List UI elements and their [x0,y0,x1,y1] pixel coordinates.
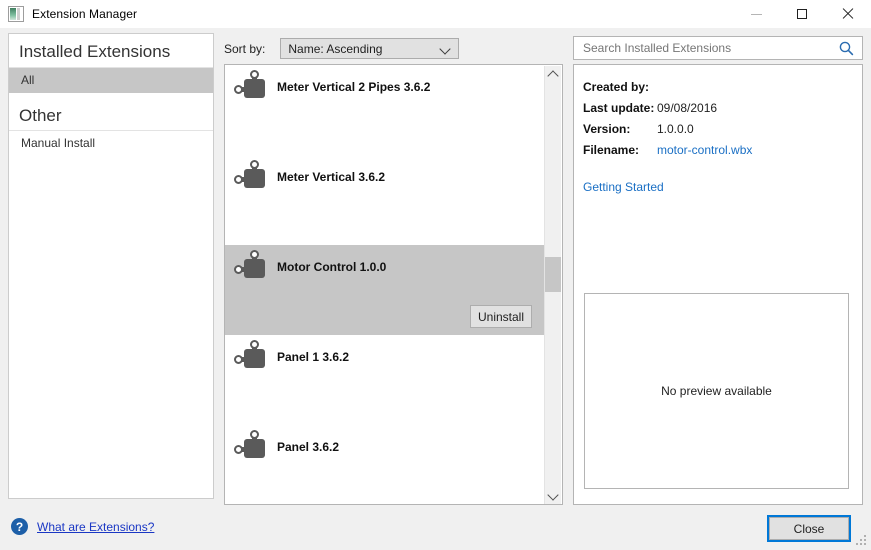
preview-placeholder-text: No preview available [661,384,772,398]
extension-item-header: Meter Vertical 3.6.2 [225,155,545,191]
resize-grip[interactable] [856,535,868,547]
extension-name: Meter Vertical 3.6.2 [277,170,386,184]
search-input[interactable] [581,37,830,59]
metadata-row: Filename: motor-control.wbx [583,140,862,160]
sidebar-heading-installed-extensions: Installed Extensions [9,34,213,68]
chevron-down-icon [547,489,559,501]
extension-item-header: Panel 1 3.6.2 [225,335,545,371]
search-icon[interactable] [839,41,854,56]
chevron-up-icon [547,70,559,82]
extension-list-scrollbar[interactable] [544,66,561,504]
sort-by-dropdown[interactable]: Name: Ascending [280,38,460,59]
metadata-value: 1.0.0.0 [657,122,694,136]
sidebar-item-manual-install[interactable]: Manual Install [9,131,213,156]
metadata-key: Version: [583,122,631,136]
extension-item-header: Panel 3.6.2 [225,425,545,461]
window-controls [733,0,871,28]
sidebar-item-all[interactable]: All [9,67,213,93]
extension-name: Panel 3.6.2 [277,440,340,454]
maximize-icon [797,9,807,19]
extension-list-item[interactable]: Panel 3.6.2 [225,425,545,504]
plugin-icon [233,249,267,281]
extension-window-icon [8,6,24,22]
scrollbar-thumb[interactable] [545,257,561,292]
window-title: Extension Manager [32,7,138,21]
plugin-icon [233,69,267,101]
extension-preview-box: No preview available [584,293,849,489]
extension-list-item[interactable]: Meter Vertical 2 Pipes 3.6.2 [225,65,545,155]
uninstall-button[interactable]: Uninstall [470,305,532,328]
extension-list-item[interactable]: Meter Vertical 3.6.2 [225,155,545,245]
minimize-button[interactable] [733,0,779,28]
metadata-key: Created by: [583,80,650,94]
sort-by-label: Sort by: [224,41,266,56]
metadata-row: Created by: [583,77,862,97]
scroll-up-button[interactable] [545,66,561,83]
extension-item-header: Motor Control 1.0.0 [225,245,545,281]
maximize-button[interactable] [779,0,825,28]
extension-list-item[interactable]: Panel 1 3.6.2 [225,335,545,425]
extension-details-panel: Created by: Last update: 09/08/2016 Version… [573,64,863,505]
scroll-down-button[interactable] [545,488,561,504]
extension-list-item[interactable]: Motor Control 1.0.0 Uninstall [225,245,545,335]
sort-by-value: Name: Ascending [288,41,383,56]
metadata-row: Last update: 09/08/2016 [583,98,862,118]
help-area: ? What are Extensions? [11,518,154,535]
plugin-icon [233,339,267,371]
sidebar-item-label: All [21,72,35,87]
sidebar-heading-other: Other [9,98,213,132]
sidebar: Installed Extensions All Other Manual In… [8,33,214,499]
extension-name: Meter Vertical 2 Pipes 3.6.2 [277,80,431,94]
close-button[interactable]: Close [767,515,851,542]
search-box[interactable] [573,36,863,60]
question-mark-icon[interactable]: ? [11,518,28,535]
extension-list-panel: Meter Vertical 2 Pipes 3.6.2 Meter Vertic… [224,64,563,505]
plugin-icon [233,159,267,191]
metadata-value-link[interactable]: motor-control.wbx [657,140,752,160]
metadata-key: Last update: [583,101,655,115]
extension-metadata: Created by: Last update: 09/08/2016 Version… [574,77,862,160]
what-are-extensions-link[interactable]: What are Extensions? [37,520,154,534]
getting-started-link[interactable]: Getting Started [583,180,664,194]
chevron-down-icon [439,43,452,55]
extension-name: Motor Control 1.0.0 [277,260,387,274]
extension-name: Panel 1 3.6.2 [277,350,350,364]
metadata-row: Version: 1.0.0.0 [583,119,862,139]
sort-bar: Sort by: Name: Ascending [224,38,460,59]
extension-item-header: Meter Vertical 2 Pipes 3.6.2 [225,65,545,101]
minimize-icon [750,13,762,15]
extension-list: Meter Vertical 2 Pipes 3.6.2 Meter Vertic… [225,65,545,504]
close-icon [842,8,854,20]
title-bar: Extension Manager [0,0,871,28]
plugin-icon [233,429,267,461]
metadata-key: Filename: [583,143,640,157]
metadata-value: 09/08/2016 [657,101,718,115]
sidebar-item-label: Manual Install [21,136,96,151]
close-window-button[interactable] [825,0,871,28]
